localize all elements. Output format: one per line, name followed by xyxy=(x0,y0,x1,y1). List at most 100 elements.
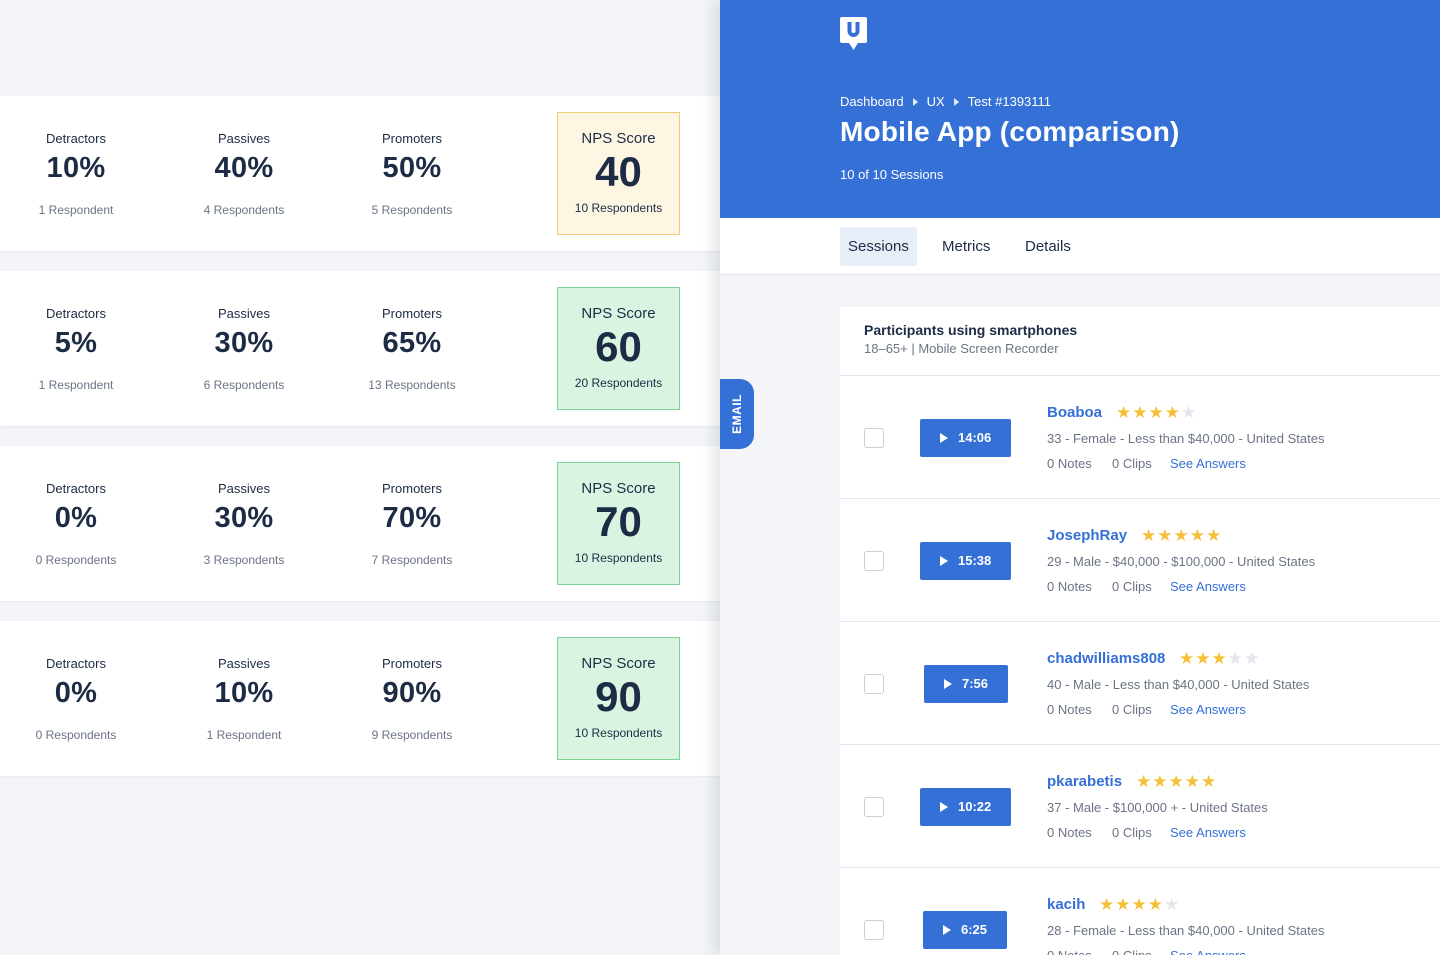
star-icon: ★ xyxy=(1148,403,1165,422)
participant-name[interactable]: kacih xyxy=(1047,896,1085,913)
nps-score-box: NPS Score 70 10 Respondents xyxy=(557,462,680,585)
breadcrumb-test[interactable]: Test #1393111 xyxy=(968,94,1051,109)
passives-label: Passives xyxy=(217,481,271,496)
star-icon: ★ xyxy=(1184,772,1201,791)
email-button[interactable]: EMAIL xyxy=(720,379,754,449)
participant-name[interactable]: chadwilliams808 xyxy=(1047,650,1165,667)
tab-bar: Sessions Metrics Details xyxy=(720,218,1440,275)
star-icon: ★ xyxy=(1168,772,1185,791)
star-icon: ★ xyxy=(1115,895,1132,914)
nps-score-label: NPS Score xyxy=(581,480,656,497)
star-rating: ★★★★★ xyxy=(1179,649,1260,669)
play-icon xyxy=(940,556,948,566)
passives-percent: 30% xyxy=(214,502,274,534)
participant-name[interactable]: JosephRay xyxy=(1047,527,1127,544)
star-icon: ★ xyxy=(1132,403,1149,422)
clips-count[interactable]: 0 Clips xyxy=(1112,825,1152,840)
play-video-button[interactable]: 15:38 xyxy=(920,542,1011,580)
nps-score-label: NPS Score xyxy=(581,305,656,322)
play-icon xyxy=(943,925,951,935)
session-checkbox[interactable] xyxy=(864,551,884,571)
participant-demographics: 33 - Female - Less than $40,000 - United… xyxy=(1047,431,1325,446)
play-video-button[interactable]: 14:06 xyxy=(920,419,1011,457)
session-checkbox[interactable] xyxy=(864,797,884,817)
see-answers-link[interactable]: See Answers xyxy=(1170,948,1246,955)
tab-details[interactable]: Details xyxy=(1017,227,1079,266)
nps-score-respondents: 10 Respondents xyxy=(574,201,663,215)
video-duration: 15:38 xyxy=(958,553,992,568)
participant-demographics: 37 - Male - $100,000 + - United States xyxy=(1047,800,1268,815)
star-icon: ★ xyxy=(1211,649,1228,668)
star-icon: ★ xyxy=(1164,403,1181,422)
participant-name[interactable]: Boaboa xyxy=(1047,404,1102,421)
participant-name[interactable]: pkarabetis xyxy=(1047,773,1122,790)
session-row: 10:22 pkarabetis ★★★★★ 37 - Male - $100,000… xyxy=(840,745,1440,868)
play-icon xyxy=(940,433,948,443)
passives-label: Passives xyxy=(217,131,271,146)
play-video-button[interactable]: 6:25 xyxy=(923,911,1007,949)
nps-comparison-area: Detractors 10% 1 Respondent Passives 40% 4 Re… xyxy=(0,0,720,955)
see-answers-link[interactable]: See Answers xyxy=(1170,579,1246,594)
passives-percent: 40% xyxy=(214,152,274,184)
nps-score-value: 70 xyxy=(595,498,642,545)
promoters-percent: 50% xyxy=(382,152,442,184)
star-icon: ★ xyxy=(1181,403,1198,422)
passives-respondents: 3 Respondents xyxy=(203,553,285,567)
nps-score-respondents: 10 Respondents xyxy=(574,551,663,565)
star-icon: ★ xyxy=(1179,649,1196,668)
session-checkbox[interactable] xyxy=(864,674,884,694)
detractors-percent: 5% xyxy=(54,327,98,359)
nps-card: Detractors 0% 0 Respondents Passives 10% 1 Re… xyxy=(0,621,720,776)
star-icon: ★ xyxy=(1099,895,1116,914)
clips-count[interactable]: 0 Clips xyxy=(1112,948,1152,955)
breadcrumb-dashboard[interactable]: Dashboard xyxy=(840,94,904,109)
detractors-respondents: 1 Respondent xyxy=(38,203,114,217)
nps-score-value: 90 xyxy=(595,673,642,720)
see-answers-link[interactable]: See Answers xyxy=(1170,825,1246,840)
notes-count[interactable]: 0 Notes xyxy=(1047,948,1092,955)
play-video-button[interactable]: 7:56 xyxy=(924,665,1008,703)
play-video-button[interactable]: 10:22 xyxy=(920,788,1011,826)
notes-count[interactable]: 0 Notes xyxy=(1047,702,1092,717)
clips-count[interactable]: 0 Clips xyxy=(1112,456,1152,471)
session-row: 7:56 chadwilliams808 ★★★★★ 40 - Male - Less… xyxy=(840,622,1440,745)
session-row: 6:25 kacih ★★★★★ 28 - Female - Less than $4… xyxy=(840,868,1440,955)
test-detail-panel: Dashboard UX Test #1393111 Mobile App (c… xyxy=(720,0,1440,955)
session-checkbox[interactable] xyxy=(864,428,884,448)
play-icon xyxy=(940,802,948,812)
promoters-respondents: 9 Respondents xyxy=(371,728,453,742)
star-icon: ★ xyxy=(1164,895,1181,914)
star-icon: ★ xyxy=(1173,526,1190,545)
session-row: 14:06 Boaboa ★★★★★ 33 - Female - Less than … xyxy=(840,376,1440,499)
clips-count[interactable]: 0 Clips xyxy=(1112,579,1152,594)
nps-score-box: NPS Score 40 10 Respondents xyxy=(557,112,680,235)
video-duration: 14:06 xyxy=(958,430,992,445)
notes-count[interactable]: 0 Notes xyxy=(1047,825,1092,840)
chevron-right-icon xyxy=(912,97,918,106)
participant-demographics: 29 - Male - $40,000 - $100,000 - United … xyxy=(1047,554,1316,569)
detractors-respondents: 0 Respondents xyxy=(35,728,117,742)
sessions-count: 10 of 10 Sessions xyxy=(840,167,944,182)
breadcrumb-ux[interactable]: UX xyxy=(927,94,945,109)
clips-count[interactable]: 0 Clips xyxy=(1112,702,1152,717)
notes-count[interactable]: 0 Notes xyxy=(1047,579,1092,594)
see-answers-link[interactable]: See Answers xyxy=(1170,702,1246,717)
detractors-label: Detractors xyxy=(46,306,106,321)
star-icon: ★ xyxy=(1206,526,1223,545)
video-duration: 6:25 xyxy=(961,922,988,937)
participant-demographics: 28 - Female - Less than $40,000 - United… xyxy=(1047,923,1325,938)
sessions-list: Participants using smartphones 18–65+ | … xyxy=(840,307,1440,955)
breadcrumb: Dashboard UX Test #1393111 xyxy=(840,94,1051,109)
promoters-percent: 65% xyxy=(382,327,442,359)
notes-count[interactable]: 0 Notes xyxy=(1047,456,1092,471)
tab-metrics[interactable]: Metrics xyxy=(934,227,998,266)
promoters-label: Promoters xyxy=(382,306,442,321)
usertesting-logo-icon[interactable] xyxy=(840,17,867,50)
session-checkbox[interactable] xyxy=(864,920,884,940)
nps-card: Detractors 0% 0 Respondents Passives 30% 3 Re… xyxy=(0,446,720,601)
tab-sessions[interactable]: Sessions xyxy=(840,227,917,266)
see-answers-link[interactable]: See Answers xyxy=(1170,456,1246,471)
nps-card: Detractors 10% 1 Respondent Passives 40% 4 Re… xyxy=(0,96,720,251)
detractors-percent: 0% xyxy=(54,502,98,534)
promoters-respondents: 7 Respondents xyxy=(371,553,453,567)
